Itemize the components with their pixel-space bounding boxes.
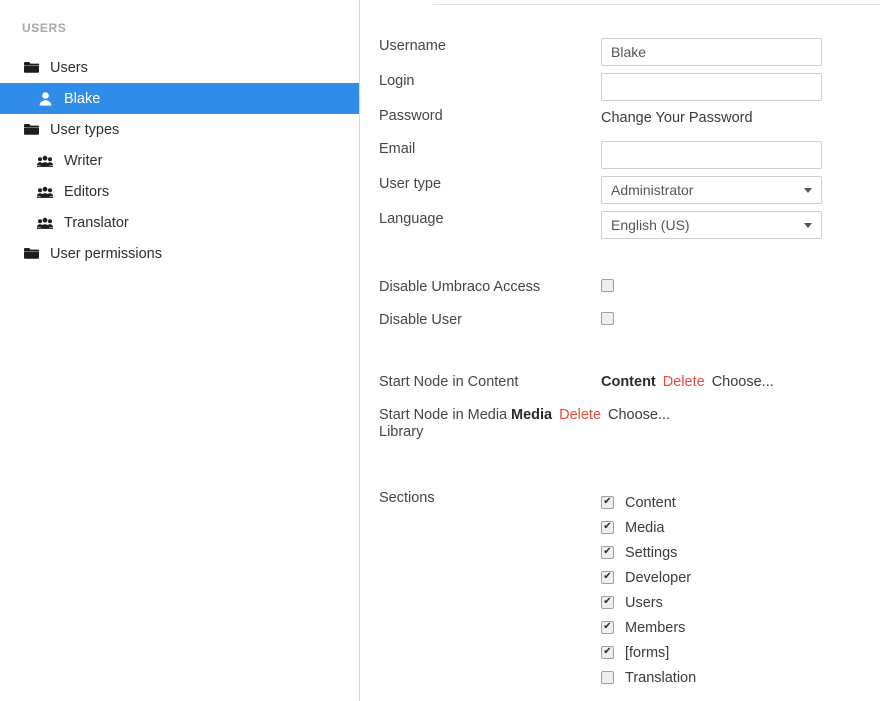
start-node-content-name: Content bbox=[601, 374, 656, 390]
folder-icon bbox=[22, 122, 40, 138]
user-icon bbox=[36, 91, 54, 107]
change-password-link[interactable]: Change Your Password bbox=[601, 108, 880, 128]
email-input[interactable] bbox=[601, 141, 822, 169]
group-icon bbox=[36, 215, 54, 231]
folder-icon bbox=[22, 60, 40, 76]
disable-umbraco-access-label: Disable Umbraco Access bbox=[361, 279, 601, 297]
sidebar-item-users[interactable]: Users bbox=[0, 52, 359, 83]
sidebar-item-label: Users bbox=[50, 60, 88, 76]
field-row-language: Language English (US) bbox=[361, 211, 880, 239]
sidebar-item-editors[interactable]: Editors bbox=[0, 176, 359, 207]
field-row-disable-umbraco-access: Disable Umbraco Access bbox=[361, 279, 880, 297]
section-checkbox[interactable] bbox=[601, 646, 614, 659]
section-label: Users bbox=[625, 595, 663, 611]
section-item-translation[interactable]: Translation bbox=[601, 665, 880, 690]
field-row-start-node-media: Start Node in Media Library Media Delete… bbox=[361, 407, 880, 441]
field-row-username: Username Blake bbox=[361, 38, 880, 66]
start-node-media-value: Media Delete Choose... bbox=[511, 407, 790, 423]
start-node-content-value: Content Delete Choose... bbox=[601, 374, 880, 390]
panel-top-divider bbox=[433, 4, 880, 5]
section-checkbox[interactable] bbox=[601, 671, 614, 684]
field-row-user-type: User type Administrator bbox=[361, 176, 880, 204]
language-select[interactable]: English (US) bbox=[601, 211, 822, 239]
password-label: Password bbox=[361, 108, 601, 128]
section-checkbox[interactable] bbox=[601, 596, 614, 609]
field-row-email: Email bbox=[361, 141, 880, 169]
folder-icon bbox=[22, 246, 40, 262]
disable-user-checkbox[interactable] bbox=[601, 312, 614, 325]
start-node-content-choose-button[interactable]: Choose... bbox=[712, 374, 774, 390]
sidebar-item-label: Blake bbox=[64, 91, 100, 107]
language-label: Language bbox=[361, 211, 601, 239]
sidebar-section-title: USERS bbox=[0, 0, 359, 35]
section-label: Translation bbox=[625, 670, 696, 686]
start-node-media-delete-button[interactable]: Delete bbox=[559, 407, 601, 423]
section-label: Content bbox=[625, 495, 676, 511]
username-input[interactable]: Blake bbox=[601, 38, 822, 66]
start-node-media-name: Media bbox=[511, 407, 552, 423]
section-label: Members bbox=[625, 620, 685, 636]
sidebar-item-label: Writer bbox=[64, 153, 102, 169]
sidebar-item-writer[interactable]: Writer bbox=[0, 145, 359, 176]
user-type-value: Administrator bbox=[611, 182, 693, 198]
field-row-disable-user: Disable User bbox=[361, 312, 880, 330]
start-node-media-label: Start Node in Media Library bbox=[361, 407, 511, 441]
section-checkbox[interactable] bbox=[601, 571, 614, 584]
section-item-developer[interactable]: Developer bbox=[601, 565, 880, 590]
section-checkbox[interactable] bbox=[601, 621, 614, 634]
username-label: Username bbox=[361, 38, 601, 66]
section-item-media[interactable]: Media bbox=[601, 515, 880, 540]
start-node-content-label: Start Node in Content bbox=[361, 374, 601, 391]
disable-umbraco-access-checkbox[interactable] bbox=[601, 279, 614, 292]
section-item-forms[interactable]: [forms] bbox=[601, 640, 880, 665]
login-label: Login bbox=[361, 73, 601, 101]
group-icon bbox=[36, 153, 54, 169]
field-row-password: Password Change Your Password bbox=[361, 108, 880, 128]
sidebar-item-user-types[interactable]: User types bbox=[0, 114, 359, 145]
field-row-sections: Sections Content Media Settings Developer Us… bbox=[361, 490, 880, 690]
section-label: Developer bbox=[625, 570, 691, 586]
section-item-content[interactable]: Content bbox=[601, 490, 880, 515]
section-label: Settings bbox=[625, 545, 677, 561]
sidebar-item-label: User types bbox=[50, 122, 119, 138]
email-label: Email bbox=[361, 141, 601, 169]
sidebar-item-label: User permissions bbox=[50, 246, 162, 262]
section-checkbox[interactable] bbox=[601, 521, 614, 534]
user-detail-panel: Username Blake Login Password Change You… bbox=[361, 0, 880, 701]
field-row-login: Login bbox=[361, 73, 880, 101]
sections-checkbox-list: Content Media Settings Developer Users Member… bbox=[601, 490, 880, 690]
section-checkbox[interactable] bbox=[601, 496, 614, 509]
sidebar-item-user-permissions[interactable]: User permissions bbox=[0, 238, 359, 269]
sections-label: Sections bbox=[361, 490, 601, 690]
disable-user-label: Disable User bbox=[361, 312, 601, 330]
sidebar-item-translator[interactable]: Translator bbox=[0, 207, 359, 238]
user-editor-screen: USERS Users Blake User types Writer Editors T… bbox=[0, 0, 880, 701]
start-node-content-delete-button[interactable]: Delete bbox=[663, 374, 705, 390]
user-type-select[interactable]: Administrator bbox=[601, 176, 822, 204]
users-sidebar: USERS Users Blake User types Writer Editors T… bbox=[0, 0, 360, 701]
section-item-settings[interactable]: Settings bbox=[601, 540, 880, 565]
section-checkbox[interactable] bbox=[601, 546, 614, 559]
start-node-media-choose-button[interactable]: Choose... bbox=[608, 407, 670, 423]
group-icon bbox=[36, 184, 54, 200]
sidebar-item-blake[interactable]: Blake bbox=[0, 83, 359, 114]
sidebar-item-label: Editors bbox=[64, 184, 109, 200]
sidebar-item-label: Translator bbox=[64, 215, 129, 231]
chevron-down-icon bbox=[804, 223, 812, 228]
users-tree: Users Blake User types Writer Editors Transla… bbox=[0, 52, 359, 269]
section-label: [forms] bbox=[625, 645, 669, 661]
language-value: English (US) bbox=[611, 217, 690, 233]
field-row-start-node-content: Start Node in Content Content Delete Cho… bbox=[361, 374, 880, 391]
chevron-down-icon bbox=[804, 188, 812, 193]
section-label: Media bbox=[625, 520, 665, 536]
user-type-label: User type bbox=[361, 176, 601, 204]
section-item-users[interactable]: Users bbox=[601, 590, 880, 615]
section-item-members[interactable]: Members bbox=[601, 615, 880, 640]
login-input[interactable] bbox=[601, 73, 822, 101]
